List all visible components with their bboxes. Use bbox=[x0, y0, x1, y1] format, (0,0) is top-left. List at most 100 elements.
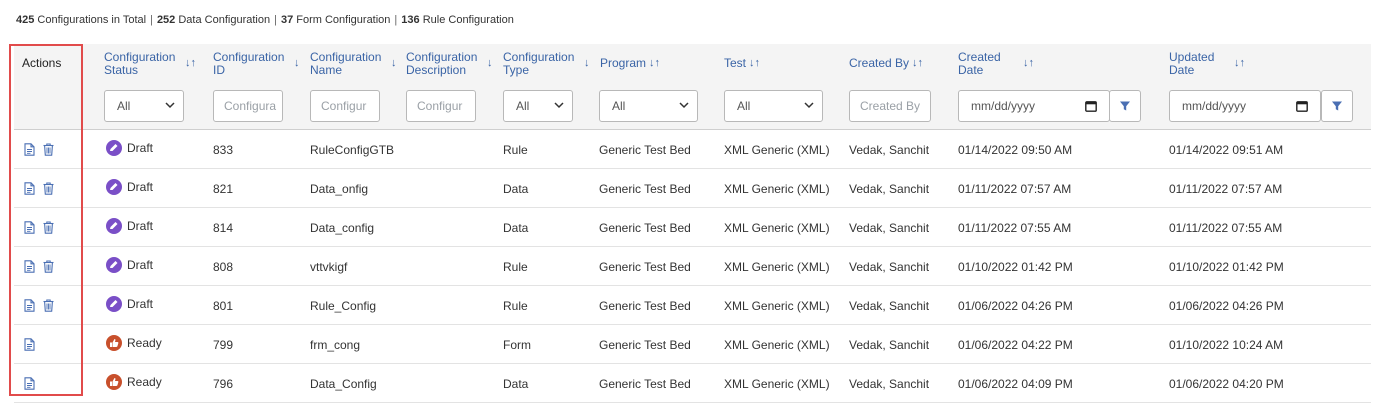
updated-date-placeholder: mm/dd/yyyy bbox=[1182, 99, 1247, 113]
program-cell: Generic Test Bed bbox=[599, 221, 691, 235]
column-header-program-label: Program bbox=[600, 56, 647, 70]
updated-date-filter-input[interactable]: mm/dd/yyyy bbox=[1169, 90, 1321, 122]
program-cell: Generic Test Bed bbox=[599, 377, 691, 391]
test-cell: XML Generic (XML) bbox=[724, 221, 830, 235]
sort-icon[interactable]: ↓ bbox=[487, 57, 493, 70]
updated-date-cell: 01/14/2022 09:51 AM bbox=[1169, 143, 1284, 157]
created-date-cell: 01/14/2022 09:50 AM bbox=[958, 143, 1073, 157]
config-name-cell: Data_config bbox=[310, 221, 375, 235]
table-row[interactable]: Draft 808 vttvkigf Rule Generic Test Bed XML … bbox=[14, 247, 1371, 286]
trash-icon[interactable] bbox=[43, 299, 54, 312]
data-label: Data Configuration bbox=[178, 14, 271, 26]
total-label: Configurations in Total bbox=[37, 14, 147, 26]
trash-icon[interactable] bbox=[43, 260, 54, 273]
config-id-cell: 801 bbox=[213, 299, 234, 313]
created-date-filter-button[interactable] bbox=[1109, 90, 1141, 122]
sort-icon[interactable]: ↓↑ bbox=[185, 57, 196, 70]
description-filter-input[interactable]: Configur bbox=[406, 90, 476, 122]
row-actions bbox=[24, 260, 54, 273]
row-actions bbox=[24, 143, 54, 156]
updated-date-cell: 01/11/2022 07:55 AM bbox=[1169, 221, 1283, 235]
created-date-cell: 01/11/2022 07:57 AM bbox=[958, 182, 1072, 196]
form-count: 37 bbox=[280, 14, 294, 26]
updated-date-cell: 01/11/2022 07:57 AM bbox=[1169, 182, 1283, 196]
column-header-program[interactable]: Program ↓↑ bbox=[600, 57, 660, 70]
type-filter-select[interactable]: All bbox=[503, 90, 573, 122]
configuration-summary: 425 Configurations in Total | 252 Data Con… bbox=[16, 14, 514, 26]
column-header-description[interactable]: Configuration Description ↓ bbox=[406, 51, 498, 77]
sort-icon[interactable]: ↓ bbox=[294, 57, 300, 70]
column-header-description-label: Configuration Description bbox=[406, 50, 478, 77]
id-filter-input[interactable]: Configura bbox=[213, 90, 283, 122]
sort-icon[interactable]: ↓↑ bbox=[649, 57, 660, 70]
column-header-created-by[interactable]: Created By ↓↑ bbox=[849, 57, 923, 70]
table-row[interactable]: Draft 821 Data_onfig Data Generic Test Bed XM… bbox=[14, 169, 1371, 208]
sort-icon[interactable]: ↓↑ bbox=[749, 57, 760, 70]
sort-icon[interactable]: ↓↑ bbox=[1023, 57, 1034, 70]
created-date-filter-input[interactable]: mm/dd/yyyy bbox=[958, 90, 1110, 122]
table-row[interactable]: Draft 801 Rule_Config Rule Generic Test Bed X… bbox=[14, 286, 1371, 325]
data-count: 252 bbox=[156, 14, 176, 26]
created-by-cell: Vedak, Sanchit bbox=[849, 299, 930, 313]
config-id-cell: 808 bbox=[213, 260, 234, 274]
trash-icon[interactable] bbox=[43, 143, 54, 156]
sort-icon[interactable]: ↓↑ bbox=[1234, 57, 1245, 70]
filter-funnel-icon bbox=[1120, 101, 1130, 111]
created-by-filter-input[interactable]: Created By bbox=[849, 90, 931, 122]
chevron-down-icon bbox=[165, 102, 175, 109]
sort-icon[interactable]: ↓ bbox=[391, 57, 397, 70]
column-header-status[interactable]: Configuration Status ↓↑ bbox=[104, 51, 204, 77]
column-header-created-by-label: Created By bbox=[849, 56, 910, 70]
row-actions bbox=[24, 377, 35, 390]
rule-count: 136 bbox=[401, 14, 420, 26]
config-id-cell: 821 bbox=[213, 182, 234, 196]
status-text: Ready bbox=[127, 336, 162, 350]
column-header-status-label: Configuration Status bbox=[104, 50, 176, 77]
sort-icon[interactable]: ↓ bbox=[584, 57, 590, 70]
document-icon[interactable] bbox=[24, 143, 35, 156]
document-icon[interactable] bbox=[24, 182, 35, 195]
program-filter-select[interactable]: All bbox=[599, 90, 698, 122]
sort-icon[interactable]: ↓↑ bbox=[912, 57, 923, 70]
column-header-created-date[interactable]: Created Date ↓↑ bbox=[958, 51, 1078, 77]
document-icon[interactable] bbox=[24, 260, 35, 273]
program-cell: Generic Test Bed bbox=[599, 338, 691, 352]
table-row[interactable]: Ready 796 Data_Config Data Generic Test Bed X… bbox=[14, 364, 1371, 403]
table-row[interactable]: Ready 799 frm_cong Form Generic Test Bed XML … bbox=[14, 325, 1371, 364]
column-header-updated-date[interactable]: Updated Date ↓↑ bbox=[1169, 51, 1289, 77]
draft-status-icon bbox=[106, 218, 122, 234]
created-by-cell: Vedak, Sanchit bbox=[849, 221, 930, 235]
updated-date-cell: 01/06/2022 04:26 PM bbox=[1169, 299, 1284, 313]
row-actions bbox=[24, 221, 54, 234]
updated-date-filter-button[interactable] bbox=[1321, 90, 1353, 122]
document-icon[interactable] bbox=[24, 338, 35, 351]
config-type-cell: Data bbox=[503, 182, 529, 196]
status-filter-value: All bbox=[117, 99, 131, 113]
test-cell: XML Generic (XML) bbox=[724, 299, 830, 313]
program-cell: Generic Test Bed bbox=[599, 143, 691, 157]
table-row[interactable]: Draft 814 Data_config Data Generic Test Bed X… bbox=[14, 208, 1371, 247]
column-header-name[interactable]: Configuration Name ↓ bbox=[310, 51, 402, 77]
calendar-icon[interactable] bbox=[1296, 100, 1308, 112]
trash-icon[interactable] bbox=[43, 221, 54, 234]
created-date-placeholder: mm/dd/yyyy bbox=[971, 99, 1036, 113]
column-header-id[interactable]: Configuration ID ↓ bbox=[213, 51, 305, 77]
document-icon[interactable] bbox=[24, 299, 35, 312]
document-icon[interactable] bbox=[24, 377, 35, 390]
status-badge: Ready bbox=[106, 335, 162, 351]
status-badge: Draft bbox=[106, 140, 153, 156]
trash-icon[interactable] bbox=[43, 182, 54, 195]
test-filter-select[interactable]: All bbox=[724, 90, 823, 122]
status-badge: Draft bbox=[106, 296, 153, 312]
name-filter-input[interactable]: Configur bbox=[310, 90, 380, 122]
config-type-cell: Rule bbox=[503, 299, 528, 313]
calendar-icon[interactable] bbox=[1085, 100, 1097, 112]
status-filter-select[interactable]: All bbox=[104, 90, 184, 122]
config-type-cell: Rule bbox=[503, 143, 528, 157]
document-icon[interactable] bbox=[24, 221, 35, 234]
config-name-cell: Rule_Config bbox=[310, 299, 377, 313]
column-header-type-label: Configuration Type bbox=[503, 50, 575, 77]
column-header-type[interactable]: Configuration Type ↓ bbox=[503, 51, 595, 77]
column-header-test[interactable]: Test ↓↑ bbox=[724, 57, 760, 70]
table-row[interactable]: Draft 833 RuleConfigGTB Rule Generic Test Be… bbox=[14, 130, 1371, 169]
